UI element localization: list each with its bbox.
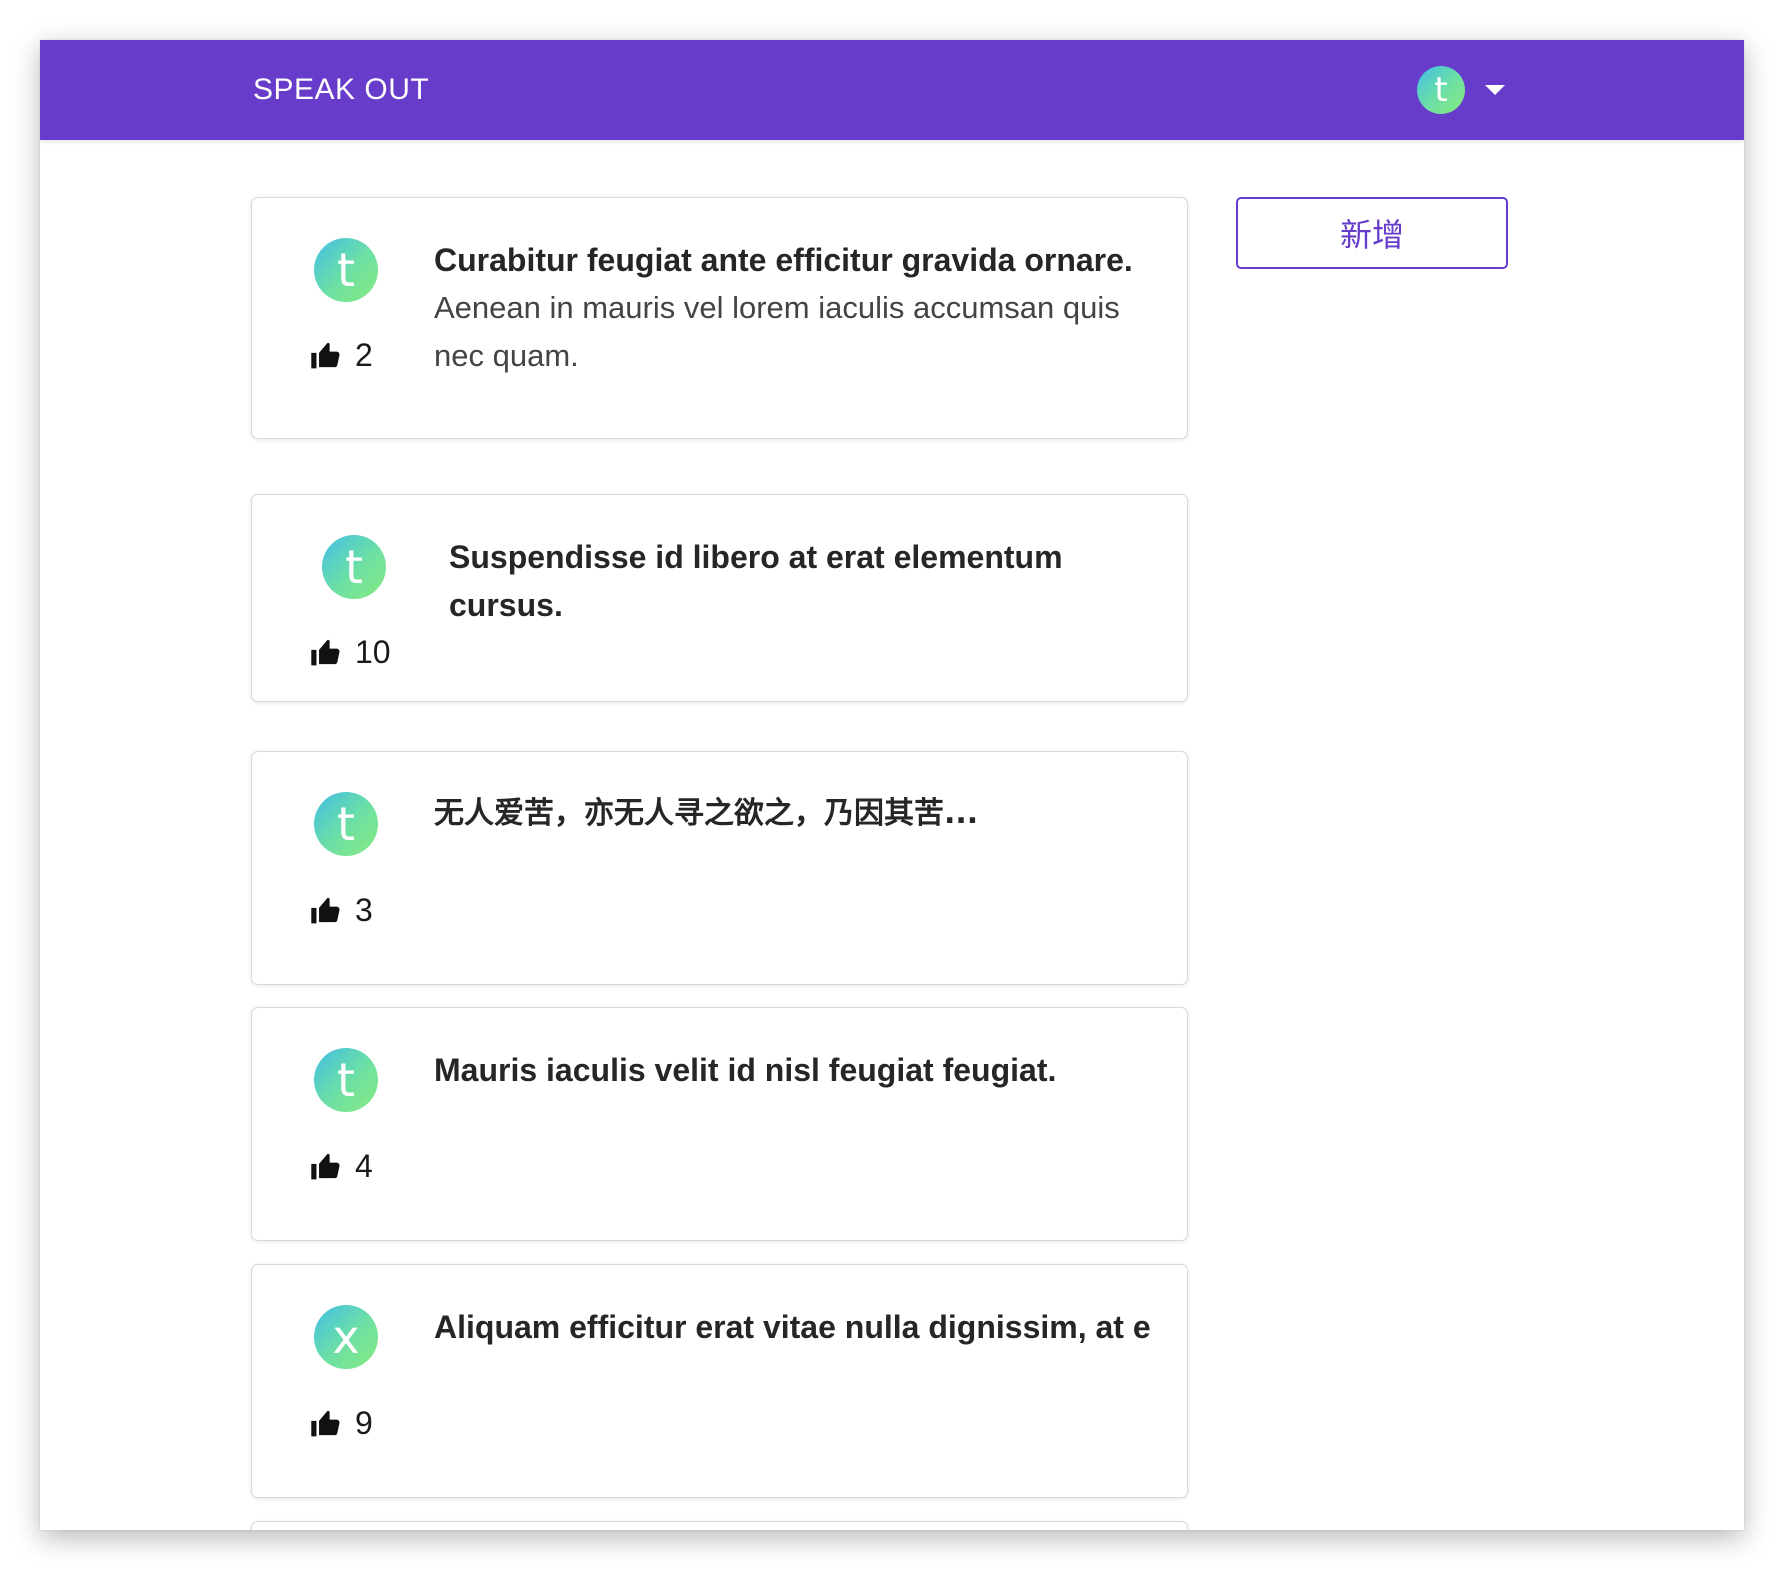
like-button[interactable]: 2: [310, 335, 373, 375]
post-author-avatar[interactable]: t: [314, 792, 378, 856]
post-author-avatar[interactable]: t: [314, 1048, 378, 1112]
like-button[interactable]: 9: [310, 1403, 373, 1443]
post-card[interactable]: t 3 无人爱苦，亦无人寻之欲之，乃因其苦...: [251, 751, 1188, 985]
thumbs-up-icon: [311, 897, 340, 923]
top-navbar: SPEAK OUT t: [40, 40, 1744, 140]
post-card-partial[interactable]: [251, 1521, 1188, 1530]
user-avatar[interactable]: t: [1417, 66, 1465, 114]
like-count: 4: [355, 1147, 373, 1184]
like-button[interactable]: 3: [310, 890, 373, 930]
post-title[interactable]: Curabitur feugiat ante efficitur gravida…: [434, 236, 1159, 284]
post-content: Suspendisse id libero at erat elementum …: [449, 533, 1149, 629]
post-content: Curabitur feugiat ante efficitur gravida…: [434, 236, 1159, 380]
post-author-avatar[interactable]: t: [322, 535, 386, 599]
like-button[interactable]: 10: [310, 632, 391, 672]
like-button[interactable]: 4: [310, 1146, 373, 1186]
post-card[interactable]: x 9 Aliquam efficitur erat vitae nulla d…: [251, 1264, 1188, 1498]
post-content: Aliquam efficitur erat vitae nulla digni…: [434, 1303, 1159, 1351]
thumbs-up-icon: [311, 342, 340, 368]
brand-title[interactable]: SPEAK OUT: [253, 40, 429, 140]
like-count: 3: [355, 891, 373, 928]
like-count: 10: [355, 633, 391, 670]
post-content: 无人爱苦，亦无人寻之欲之，乃因其苦...: [434, 790, 1159, 838]
user-menu[interactable]: t: [1417, 65, 1505, 115]
thumbs-up-icon: [311, 1410, 340, 1436]
like-count: 2: [355, 336, 373, 373]
post-card[interactable]: t 4 Mauris iaculis velit id nisl feugiat…: [251, 1007, 1188, 1241]
post-card[interactable]: t 10 Suspendisse id libero at erat eleme…: [251, 494, 1188, 702]
post-title[interactable]: Suspendisse id libero at erat elementum …: [449, 533, 1149, 629]
thumbs-up-icon: [311, 639, 340, 665]
like-count: 9: [355, 1404, 373, 1441]
post-content: Mauris iaculis velit id nisl feugiat feu…: [434, 1046, 1159, 1094]
post-body: Aenean in mauris vel lorem iaculis accum…: [434, 290, 1120, 373]
post-author-avatar[interactable]: x: [314, 1305, 378, 1369]
new-post-button[interactable]: 新增: [1236, 197, 1508, 269]
post-card[interactable]: t 2 Curabitur feugiat ante efficitur gra…: [251, 197, 1188, 439]
caret-down-icon[interactable]: [1485, 85, 1505, 95]
post-title[interactable]: Aliquam efficitur erat vitae nulla digni…: [434, 1303, 1159, 1351]
main-content: t 2 Curabitur feugiat ante efficitur gra…: [40, 140, 1744, 1530]
thumbs-up-icon: [311, 1153, 340, 1179]
post-author-avatar[interactable]: t: [314, 238, 378, 302]
post-title[interactable]: Mauris iaculis velit id nisl feugiat feu…: [434, 1046, 1159, 1094]
app-window: SPEAK OUT t t 2 Curabitur feugiat ante e…: [40, 40, 1744, 1530]
post-title[interactable]: 无人爱苦，亦无人寻之欲之，乃因其苦...: [434, 790, 1159, 838]
